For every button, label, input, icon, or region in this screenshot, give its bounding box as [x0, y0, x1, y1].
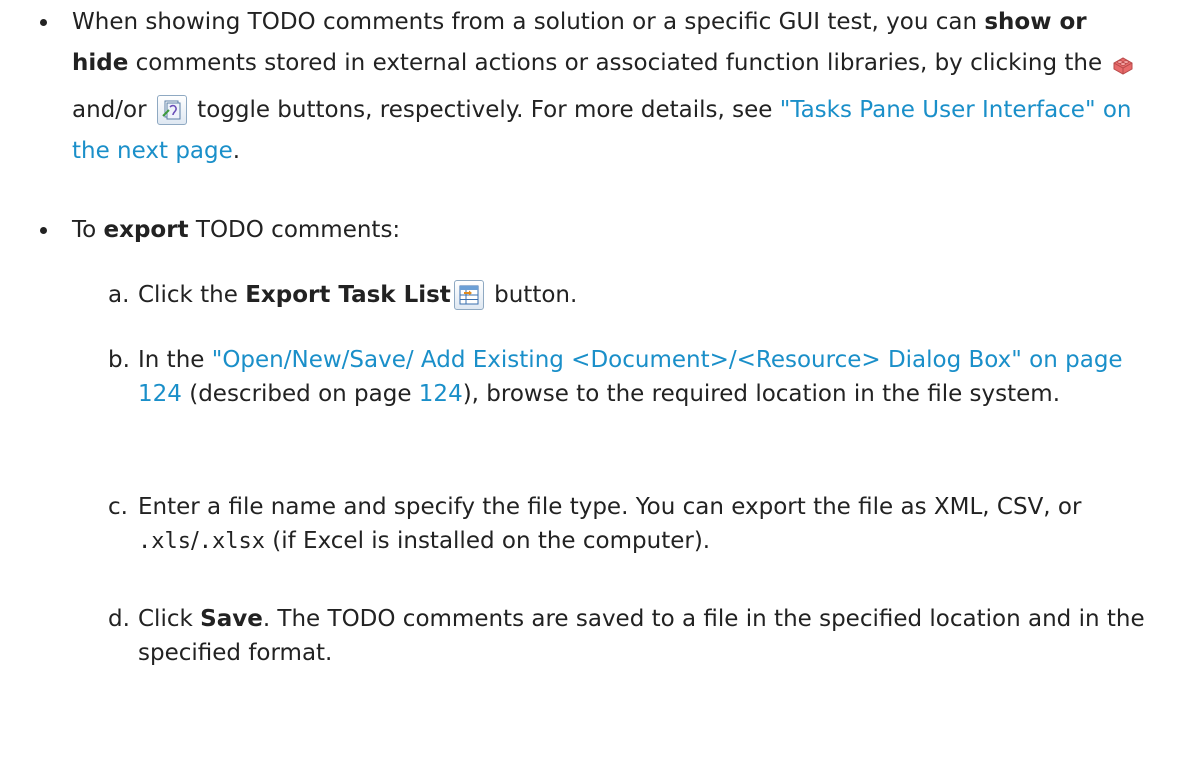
step-text: In the "Open/New/Save/ Add Existing <Doc…: [138, 343, 1148, 411]
list-item-show-hide: When showing TODO comments from a soluti…: [40, 2, 1150, 172]
text-run: toggle buttons, respectively. For more d…: [189, 97, 780, 123]
list-item-export: To export TODO comments:: [40, 210, 1150, 251]
export-task-list-icon[interactable]: [453, 280, 484, 310]
text-run: ), browse to the required location in th…: [462, 381, 1061, 407]
step-text: Click Save. The TODO comments are saved …: [138, 602, 1148, 670]
bold-text: Export Task List: [245, 282, 451, 308]
code-xlsx: .xlsx: [198, 529, 265, 554]
text-run: . The TODO comments are saved to a file …: [138, 606, 1145, 666]
bold-text: Save: [200, 606, 263, 632]
bullet-dot: [40, 19, 47, 26]
step-text: Enter a file name and specify the file t…: [138, 490, 1148, 559]
step-c: c. Enter a file name and specify the fil…: [108, 490, 1148, 559]
bullet-text: To export TODO comments:: [72, 210, 1150, 251]
step-b: b. In the "Open/New/Save/ Add Existing <…: [108, 343, 1148, 411]
step-letter: c.: [108, 494, 128, 520]
text-run: Click the: [138, 282, 246, 308]
step-letter: d.: [108, 606, 130, 632]
text-run: comments stored in external actions or a…: [128, 50, 1110, 76]
lego-brick-icon[interactable]: [1111, 49, 1135, 90]
text-run: .: [232, 138, 241, 164]
document-page: When showing TODO comments from a soluti…: [0, 0, 1177, 761]
text-run: button.: [486, 282, 578, 308]
step-letter: a.: [108, 282, 130, 308]
text-run: (if Excel is installed on the computer).: [264, 528, 711, 554]
step-d: d. Click Save. The TODO comments are sav…: [108, 602, 1148, 670]
code-xls: .xls: [138, 529, 191, 554]
text-run: (described on page: [181, 381, 419, 407]
text-run: When showing TODO comments from a soluti…: [72, 9, 985, 35]
bullet-text: When showing TODO comments from a soluti…: [72, 2, 1150, 172]
step-letter: b.: [108, 347, 130, 373]
text-run: TODO comments:: [188, 217, 401, 243]
text-run: /: [190, 528, 199, 554]
link-page-124[interactable]: 124: [419, 381, 463, 407]
text-run: Enter a file name and specify the file t…: [138, 494, 1082, 520]
function-library-icon[interactable]: [156, 95, 187, 125]
step-text: Click the Export Task List button.: [138, 278, 1148, 312]
text-run: To: [72, 217, 104, 243]
text-run: Click: [138, 606, 201, 632]
step-a: a. Click the Export Task List button.: [108, 278, 1148, 312]
bold-text: export: [103, 217, 189, 243]
bullet-dot: [40, 227, 47, 234]
text-run: and/or: [72, 97, 154, 123]
text-run: In the: [138, 347, 212, 373]
